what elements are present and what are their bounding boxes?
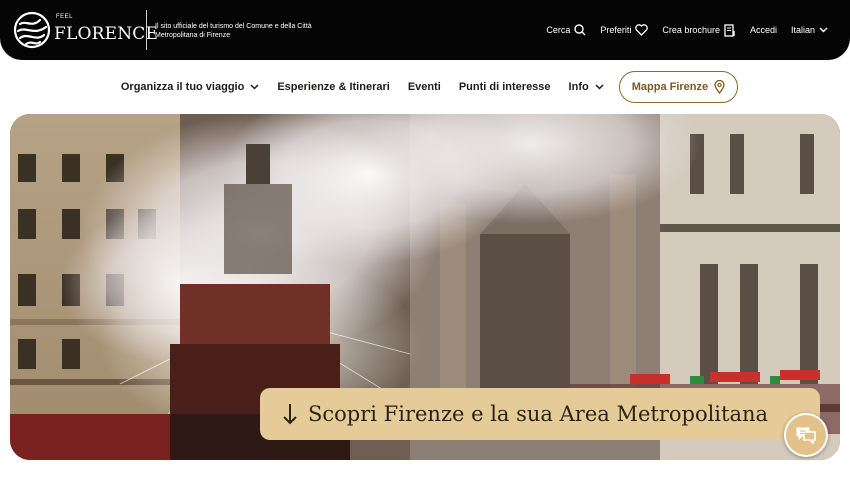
login-label: Accedi: [749, 25, 777, 35]
brochure-button[interactable]: Crea brochure: [662, 23, 736, 37]
nav-item-label: Eventi: [407, 81, 441, 93]
search-button[interactable]: Cerca: [546, 24, 586, 36]
nav-item-events[interactable]: Eventi: [399, 81, 450, 93]
chevron-down-icon: [595, 84, 604, 90]
nav-item-points-of-interest[interactable]: Punti di interesse: [450, 81, 560, 93]
brand-name: FLORENCE: [54, 24, 159, 44]
chevron-down-icon: [819, 27, 828, 33]
heart-icon: [635, 24, 649, 36]
brochure-icon: [724, 23, 735, 37]
brand-small: FEEL: [56, 14, 74, 20]
language-select[interactable]: Italian: [791, 25, 828, 35]
nav-item-plan-trip[interactable]: Organizza il tuo viaggio: [112, 81, 268, 93]
nav-item-label: Organizza il tuo viaggio: [120, 81, 245, 93]
chevron-down-icon: [250, 84, 259, 90]
favorites-label: Preferiti: [600, 25, 632, 35]
nav-item-label: Punti di interesse: [458, 81, 551, 93]
arrow-down-icon: [283, 404, 297, 425]
header-divider: [146, 10, 147, 50]
nav-item-label: Esperienze & Itinerari: [277, 81, 390, 93]
header-tools: Cerca Preferiti Crea brochure Accedi Ita…: [546, 0, 828, 60]
map-button-label: Mappa Firenze: [631, 81, 709, 93]
chat-icon: [796, 427, 816, 445]
map-florence-button[interactable]: Mappa Firenze: [618, 71, 739, 103]
map-pin-icon: [714, 80, 725, 94]
language-label: Italian: [790, 25, 815, 35]
nav-item-info[interactable]: Info: [560, 81, 613, 93]
favorites-button[interactable]: Preferiti: [600, 24, 649, 36]
search-label: Cerca: [546, 25, 571, 35]
hero-banner: Scopri Firenze e la sua Area Metropolita…: [10, 114, 840, 460]
login-button[interactable]: Accedi: [750, 25, 777, 35]
top-header: FEEL FLORENCE Il sito ufficiale del turi…: [0, 0, 850, 60]
nav-item-label: Info: [568, 81, 589, 93]
nav-item-experiences[interactable]: Esperienze & Itinerari: [268, 81, 399, 93]
discover-florence-button[interactable]: Scopri Firenze e la sua Area Metropolita…: [260, 388, 820, 440]
brochure-label: Crea brochure: [662, 25, 720, 35]
chat-button[interactable]: [784, 413, 828, 457]
feel-florence-logo[interactable]: [12, 10, 52, 50]
cta-label: Scopri Firenze e la sua Area Metropolita…: [308, 402, 769, 426]
site-tagline: Il sito ufficiale del turismo del Comune…: [155, 23, 312, 39]
search-icon: [574, 24, 586, 36]
main-navigation: Organizza il tuo viaggio Esperienze & It…: [0, 70, 850, 104]
